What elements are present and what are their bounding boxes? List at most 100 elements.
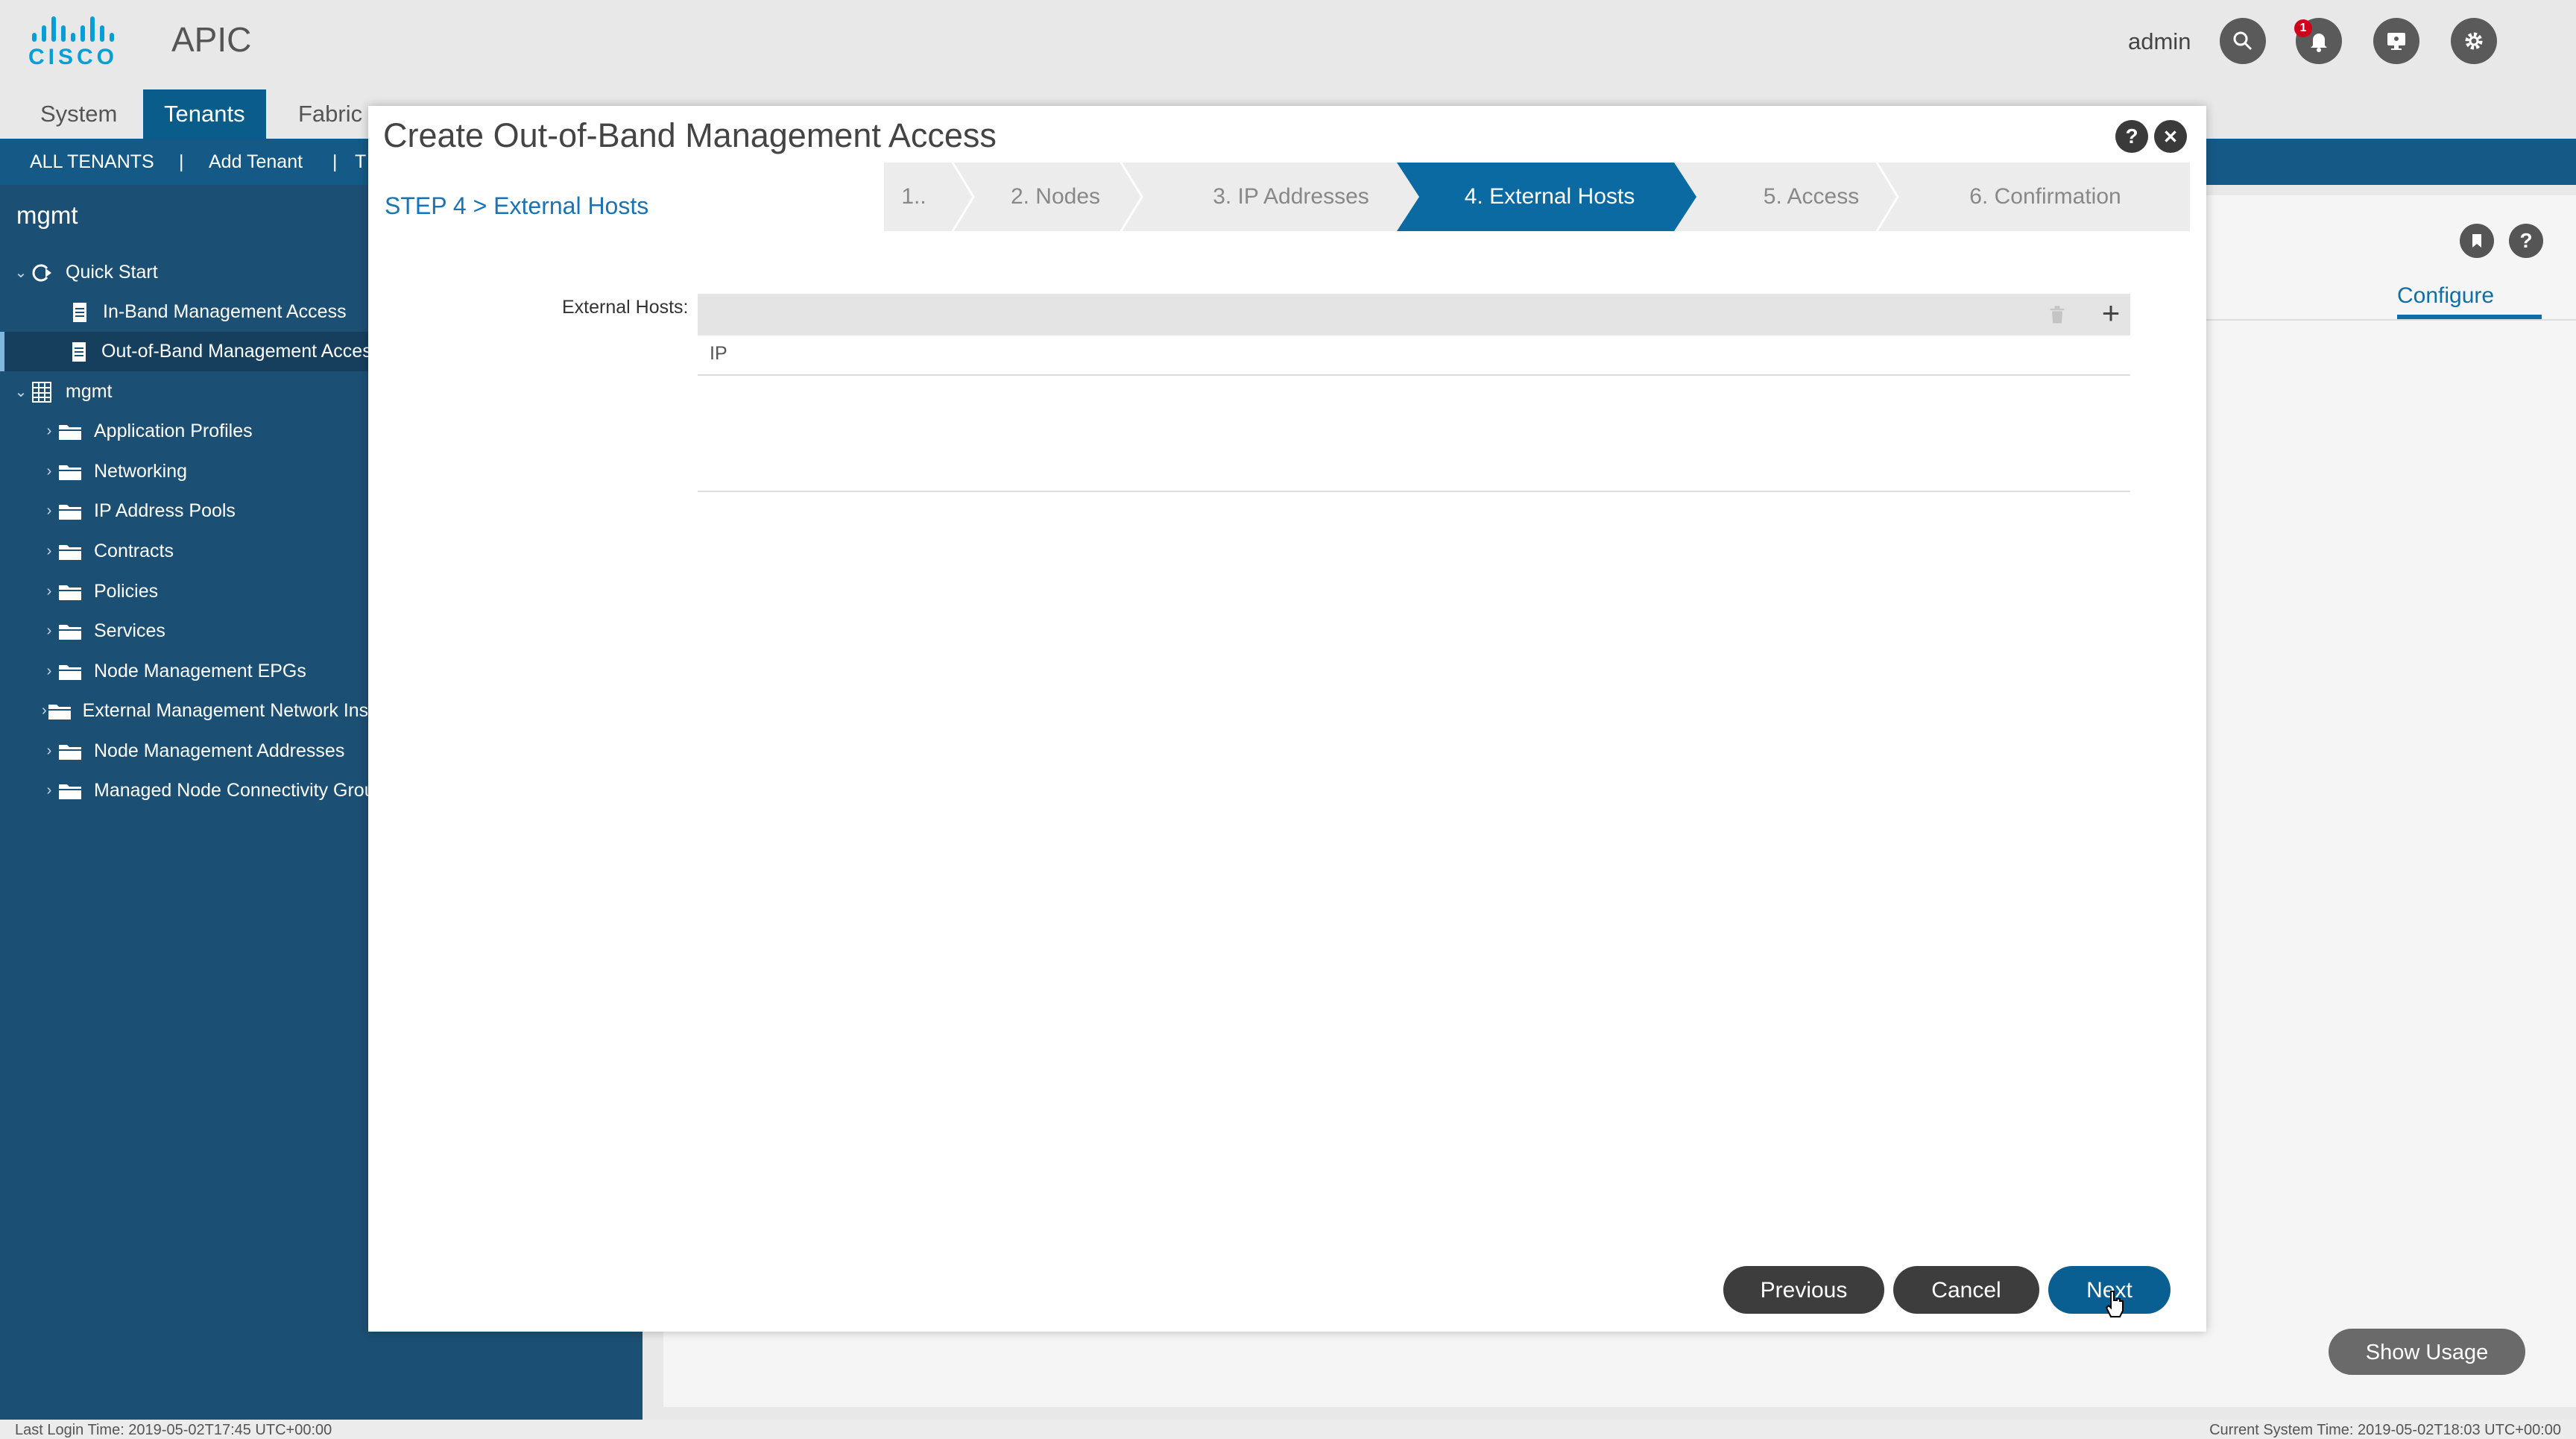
external-hosts-label: External Hosts:	[562, 297, 689, 318]
cisco-logo-text: CISCO	[28, 45, 119, 69]
subnav-tenant-partial[interactable]: T	[355, 139, 366, 185]
tree-item-out-of-band-access[interactable]: Out-of-Band Management Access	[0, 332, 368, 371]
tree-item-external-management-network[interactable]: › External Management Network Instance P…	[0, 691, 410, 731]
dialog-help-button[interactable]: ?	[2115, 120, 2148, 153]
tree-item-ip-address-pools[interactable]: › IP Address Pools	[0, 491, 410, 531]
help-button[interactable]: ?	[2509, 224, 2543, 258]
notification-badge: 1	[2294, 19, 2312, 37]
subnav-separator: |	[332, 151, 338, 172]
help-icon: ?	[2519, 229, 2533, 252]
chevron-right-icon[interactable]: ›	[42, 463, 57, 480]
chevron-right-icon[interactable]: ›	[42, 663, 57, 680]
cisco-logo: CISCO	[28, 16, 118, 69]
tree-item-contracts[interactable]: › Contracts	[0, 532, 410, 571]
tree-item-label: External Management Network Instance Pro…	[82, 700, 410, 721]
table-header-divider	[698, 374, 2130, 376]
chevron-right-icon[interactable]: ›	[42, 702, 47, 720]
folder-icon	[57, 541, 83, 563]
wizard-step-3[interactable]: 3. IP Addresses	[1140, 163, 1442, 231]
subnav-separator: |	[179, 151, 184, 172]
status-bar	[0, 1420, 2576, 1439]
table-bottom-border	[698, 491, 2130, 492]
column-header-ip[interactable]: IP	[710, 343, 727, 365]
monitor-icon	[2387, 33, 2405, 50]
chevron-right-icon[interactable]: ›	[42, 743, 57, 760]
tree-item-label: Managed Node Connectivity Groups	[94, 780, 395, 801]
folder-icon	[57, 620, 83, 643]
tree-item-node-management-epgs[interactable]: › Node Management EPGs	[0, 652, 410, 691]
tree-item-networking[interactable]: › Networking	[0, 452, 410, 491]
user-menu[interactable]: admin	[2128, 28, 2191, 55]
chevron-right-icon[interactable]: ›	[42, 423, 57, 440]
hand-cursor-icon	[2105, 1291, 2124, 1317]
chevron-right-icon[interactable]: ›	[42, 623, 57, 640]
chevron-right-icon[interactable]: ›	[42, 503, 57, 520]
tree-item-services[interactable]: › Services	[0, 611, 410, 651]
tree-item-policies[interactable]: › Policies	[0, 572, 410, 611]
tab-configure[interactable]: Configure	[2397, 283, 2494, 309]
folder-icon	[57, 780, 83, 802]
tree-item-node-management-addresses[interactable]: › Node Management Addresses	[0, 731, 410, 771]
trash-icon	[2050, 306, 2065, 324]
search-button[interactable]	[2220, 18, 2266, 64]
tree-item-label: Services	[94, 620, 165, 641]
tree-item-label: Policies	[94, 581, 159, 602]
current-step-label: STEP 4 > External Hosts	[385, 192, 649, 219]
app-title: APIC	[171, 20, 252, 59]
tab-tenants[interactable]: Tenants	[143, 89, 266, 139]
dialog-title: Create Out-of-Band Management Access	[383, 116, 997, 154]
show-usage-button[interactable]: Show Usage	[2329, 1329, 2525, 1375]
tree-item-mgmt-tenant[interactable]: ⌄ mgmt	[0, 372, 382, 412]
tree-item-label: Node Management EPGs	[94, 661, 306, 681]
search-icon	[2233, 31, 2253, 51]
chevron-right-icon[interactable]: ›	[42, 782, 57, 799]
tree-item-label: mgmt	[66, 381, 113, 402]
document-icon	[66, 341, 91, 363]
system-tools-button[interactable]	[2373, 18, 2419, 64]
folder-icon	[57, 740, 83, 763]
wizard-step-2[interactable]: 2. Nodes	[969, 163, 1142, 231]
tree-item-label: Contracts	[94, 541, 174, 561]
delete-host-button[interactable]	[2044, 301, 2071, 328]
wizard-step-4[interactable]: 4. External Hosts	[1419, 163, 1680, 231]
cancel-button[interactable]: Cancel	[1893, 1266, 2039, 1314]
folder-icon	[47, 700, 72, 722]
close-icon	[2165, 130, 2176, 142]
folder-icon	[57, 581, 83, 603]
wizard-step-1[interactable]: 1..	[884, 163, 944, 231]
chevron-right-icon[interactable]: ›	[42, 583, 57, 600]
add-host-button[interactable]: +	[2094, 297, 2127, 330]
tree-item-application-profiles[interactable]: › Application Profiles	[0, 412, 410, 451]
current-system-time: Current System Time: 2019-05-02T18:03 UT…	[2209, 1422, 2561, 1438]
tree-item-label: Out-of-Band Management Access	[101, 341, 368, 362]
folder-icon	[57, 461, 83, 483]
tree-item-label: In-Band Management Access	[103, 301, 347, 322]
bookmark-button[interactable]	[2460, 224, 2494, 258]
settings-button[interactable]	[2451, 18, 2497, 64]
tab-fabric[interactable]: Fabric	[277, 89, 383, 139]
cisco-logo-bars	[28, 16, 118, 42]
tab-configure-underline	[2397, 315, 2542, 319]
subnav-add-tenant[interactable]: Add Tenant	[209, 139, 303, 185]
tree-item-quick-start[interactable]: ⌄ Quick Start	[0, 253, 382, 292]
bookmark-icon	[2472, 234, 2481, 248]
subnav-all-tenants[interactable]: ALL TENANTS	[30, 139, 154, 185]
tree-item-managed-node-connectivity[interactable]: › Managed Node Connectivity Groups	[0, 771, 410, 810]
chevron-down-icon[interactable]: ⌄	[13, 382, 28, 401]
dialog-close-button[interactable]	[2154, 120, 2187, 153]
last-login-time: Last Login Time: 2019-05-02T17:45 UTC+00…	[15, 1422, 332, 1438]
external-hosts-table-toolbar	[698, 294, 2130, 336]
folder-icon	[57, 661, 83, 683]
chevron-right-icon[interactable]: ›	[42, 543, 57, 560]
tab-system[interactable]: System	[19, 89, 138, 139]
previous-button[interactable]: Previous	[1723, 1266, 1884, 1314]
create-oob-access-dialog	[368, 106, 2206, 1332]
tenant-grid-icon	[28, 381, 55, 403]
tab-divider	[2206, 319, 2576, 321]
wizard-step-6[interactable]: 6. Confirmation	[1901, 163, 2190, 231]
quickstart-icon	[28, 262, 55, 284]
sidebar-title: mgmt	[16, 201, 78, 229]
chevron-down-icon[interactable]: ⌄	[13, 263, 28, 282]
document-icon	[66, 301, 92, 324]
wizard-step-5[interactable]: 5. Access	[1707, 163, 1916, 231]
